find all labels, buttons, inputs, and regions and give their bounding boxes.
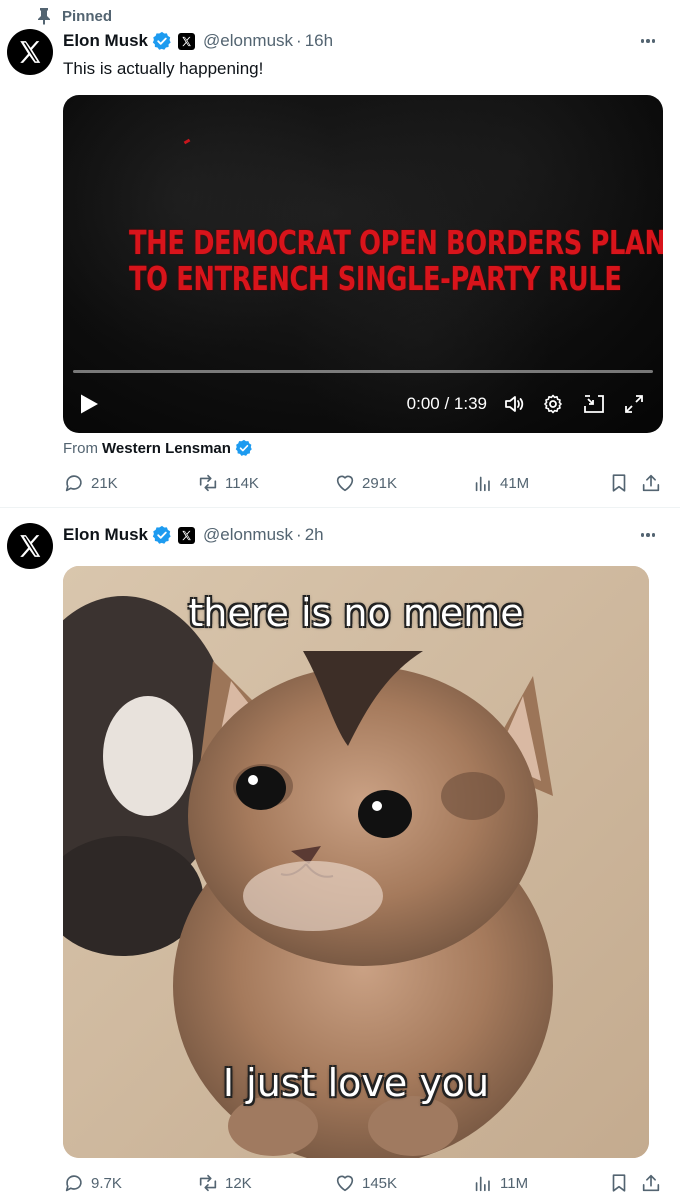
avatar[interactable] (7, 29, 53, 75)
pinned-label: Pinned (62, 7, 113, 25)
tweet[interactable]: Elon Musk @elonmusk · 2h there is no mem… (0, 509, 680, 1200)
video-headline: THE DEMOCRAT OPEN BORDERS PLAN TO ENTREN… (129, 223, 663, 298)
pinned-indicator: Pinned (36, 6, 112, 26)
more-icon[interactable] (636, 31, 660, 51)
share-button[interactable] (640, 1171, 662, 1195)
meme-bottom-caption: I just love you (222, 1061, 490, 1105)
share-icon (642, 1174, 660, 1192)
tweet-timestamp[interactable]: 16h (305, 31, 333, 51)
tweet-header: Elon Musk @elonmusk · 2h (63, 524, 324, 546)
fullscreen-icon[interactable] (621, 391, 647, 417)
pin-icon (38, 8, 50, 25)
like-count: 145K (362, 1174, 398, 1192)
volume-icon[interactable] (501, 391, 527, 417)
play-icon[interactable] (79, 393, 99, 415)
verified-badge-icon[interactable] (152, 525, 172, 545)
author-handle[interactable]: @elonmusk (203, 31, 293, 51)
views-icon (475, 1176, 490, 1192)
tweet-actions: 9.7K 12K 145K 11M (63, 1171, 663, 1195)
video-headline-line-1: THE DEMOCRAT OPEN BORDERS PLAN (129, 223, 663, 262)
x-affiliate-badge-icon[interactable] (178, 32, 196, 50)
reply-count: 9.7K (91, 1174, 122, 1192)
verified-badge-icon (235, 439, 252, 456)
picture-in-picture-icon[interactable] (581, 391, 607, 417)
source-name[interactable]: Western Lensman (102, 440, 231, 457)
video-source-attribution: From Western Lensman (63, 438, 253, 458)
repost-count: 114K (225, 474, 259, 492)
separator-dot: · (296, 525, 302, 544)
separator-dot: · (296, 31, 302, 50)
tweet-text: This is actually happening! (63, 59, 264, 78)
like-button[interactable]: 145K (334, 1171, 397, 1195)
video-time: 0:00 / 1:39 (406, 394, 487, 413)
tweet-header: Elon Musk @elonmusk · 16h (63, 30, 333, 52)
reply-button[interactable]: 9.7K (63, 1171, 122, 1195)
bookmark-button[interactable] (608, 1171, 630, 1195)
x-affiliate-badge-icon[interactable] (178, 526, 196, 544)
views-button[interactable]: 41M (472, 471, 529, 495)
repost-icon (199, 1174, 217, 1192)
video-player[interactable]: THE DEMOCRAT OPEN BORDERS PLAN TO ENTREN… (63, 95, 663, 433)
video-controls: 0:00 / 1:39 (63, 391, 663, 417)
repost-icon (199, 474, 217, 492)
views-icon (475, 476, 490, 492)
views-button[interactable]: 11M (472, 1171, 528, 1195)
meme-top-caption: there is no meme (188, 591, 524, 635)
author-name[interactable]: Elon Musk (63, 525, 148, 545)
verified-badge-icon[interactable] (152, 31, 172, 51)
repost-button[interactable]: 12K (197, 1171, 252, 1195)
like-button[interactable]: 291K (334, 471, 397, 495)
reply-icon (65, 1175, 82, 1192)
repost-button[interactable]: 114K (197, 471, 259, 495)
x-logo-icon (20, 41, 41, 63)
more-icon[interactable] (636, 525, 660, 545)
bookmark-icon (612, 1174, 626, 1192)
tweet-pinned[interactable]: Pinned Elon Musk @elonmusk · 16h This is… (0, 0, 680, 508)
meme-image[interactable]: there is no meme I just love you (63, 566, 649, 1158)
author-name[interactable]: Elon Musk (63, 31, 148, 51)
bookmark-button[interactable] (608, 471, 630, 495)
like-count: 291K (362, 474, 398, 492)
heart-icon (336, 1175, 354, 1192)
views-count: 11M (500, 1174, 529, 1192)
author-handle[interactable]: @elonmusk (203, 525, 293, 545)
share-icon (642, 474, 660, 492)
video-headline-line-2: TO ENTRENCH SINGLE-PARTY RULE (129, 259, 622, 298)
x-logo-icon (20, 535, 41, 557)
reply-button[interactable]: 21K (63, 471, 118, 495)
avatar[interactable] (7, 523, 53, 569)
heart-icon (336, 475, 354, 492)
reply-count: 21K (91, 474, 118, 492)
share-button[interactable] (640, 471, 662, 495)
repost-count: 12K (225, 1174, 252, 1192)
video-progress-bar[interactable] (73, 370, 653, 373)
tweet-actions: 21K 114K 291K 41M (63, 471, 663, 495)
tweet-timestamp[interactable]: 2h (305, 525, 324, 545)
bookmark-icon (612, 474, 626, 492)
gear-icon[interactable] (540, 391, 566, 417)
reply-icon (65, 475, 82, 492)
source-prefix: From (63, 439, 98, 457)
views-count: 41M (500, 474, 530, 492)
